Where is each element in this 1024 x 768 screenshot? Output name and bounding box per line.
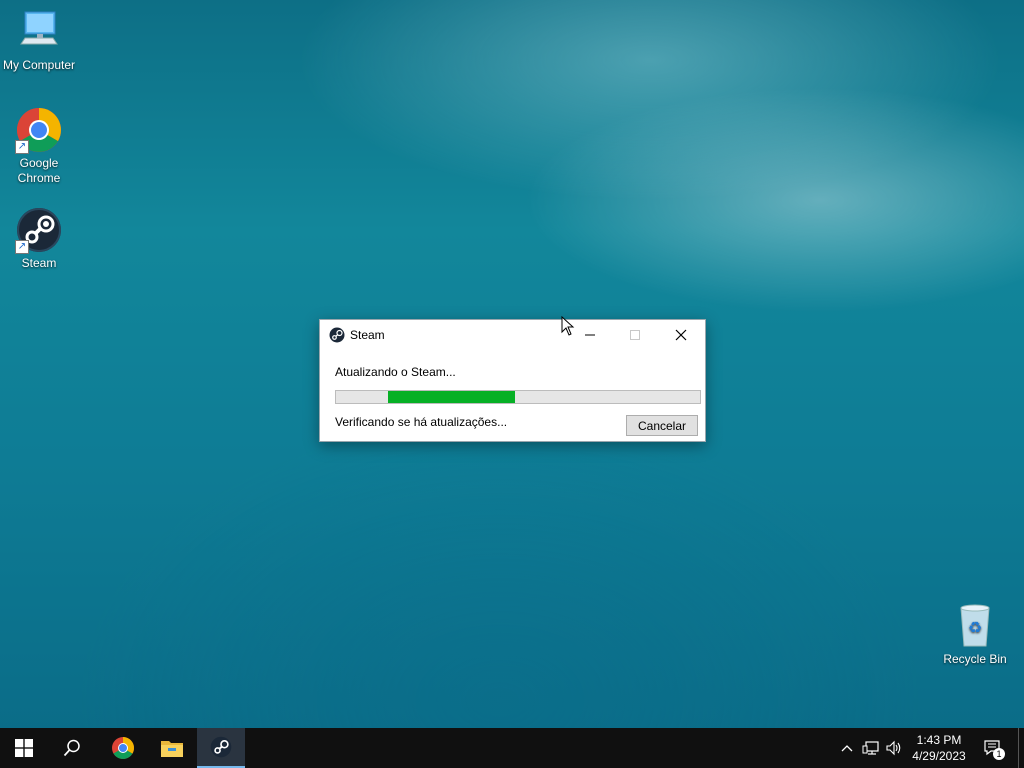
dialog-titlebar[interactable]: Steam (320, 320, 705, 350)
show-desktop-button[interactable] (1018, 728, 1024, 768)
steam-icon (210, 736, 232, 758)
desktop-icon-recycle-bin[interactable]: ♻ Recycle Bin (937, 602, 1013, 667)
chrome-icon: ↗ (15, 106, 63, 154)
update-status-text: Atualizando o Steam... (335, 365, 456, 379)
search-icon (63, 739, 80, 757)
network-button[interactable] (859, 728, 883, 768)
desktop-icon-my-computer[interactable]: My Computer (1, 8, 77, 73)
volume-button[interactable] (883, 728, 905, 768)
close-icon (675, 329, 687, 341)
update-progress-bar (335, 390, 701, 404)
clock-date: 4/29/2023 (912, 749, 966, 763)
search-button[interactable] (48, 728, 96, 768)
chrome-icon (112, 737, 134, 759)
monitor-icon (15, 8, 63, 56)
windows-start-icon (15, 739, 33, 757)
mouse-cursor-icon (561, 316, 575, 336)
clock-button[interactable]: 1:43 PM 4/29/2023 (906, 728, 972, 768)
dialog-title: Steam (350, 328, 385, 342)
action-center-button[interactable]: 1 (976, 728, 1010, 768)
notification-count-badge: 1 (993, 748, 1005, 760)
clock-time: 1:43 PM (916, 733, 962, 747)
close-button[interactable] (658, 320, 704, 350)
desktop-icon-google-chrome[interactable]: ↗ Google Chrome (1, 106, 77, 186)
update-substatus-text: Verificando se há atualizações... (335, 415, 508, 429)
svg-text:♻: ♻ (968, 618, 982, 637)
steam-icon (329, 327, 345, 343)
desktop-icon-label: My Computer (2, 58, 76, 72)
maximize-icon (630, 330, 640, 340)
chevron-up-icon (841, 745, 853, 752)
speaker-icon (886, 740, 901, 756)
taskbar-chrome-button[interactable] (99, 728, 147, 768)
taskbar-steam-button[interactable] (197, 728, 245, 768)
recycle-bin-icon: ♻ (951, 602, 999, 650)
desktop-icon-label: Recycle Bin (943, 652, 1007, 666)
network-icon (862, 741, 879, 755)
taskbar: 1:43 PM 4/29/2023 1 (0, 728, 1024, 768)
shortcut-arrow-icon: ↗ (15, 140, 29, 154)
taskbar-file-explorer-button[interactable] (148, 728, 196, 768)
steam-icon: ↗ (15, 206, 63, 254)
desktop-icon-steam[interactable]: ↗ Steam (1, 206, 77, 271)
cancel-button[interactable]: Cancelar (626, 415, 698, 436)
shortcut-arrow-icon: ↗ (15, 240, 29, 254)
desktop-icon-label: Steam (21, 256, 57, 270)
minimize-icon (585, 334, 595, 336)
start-button[interactable] (0, 728, 48, 768)
progress-fill (388, 391, 515, 403)
maximize-button (612, 320, 658, 350)
steam-update-dialog: Steam Atualizando o Steam... Verificando… (319, 319, 706, 442)
show-hidden-icons-button[interactable] (836, 728, 858, 768)
desktop-icon-label: Google Chrome (17, 156, 61, 185)
file-explorer-icon (161, 741, 183, 757)
